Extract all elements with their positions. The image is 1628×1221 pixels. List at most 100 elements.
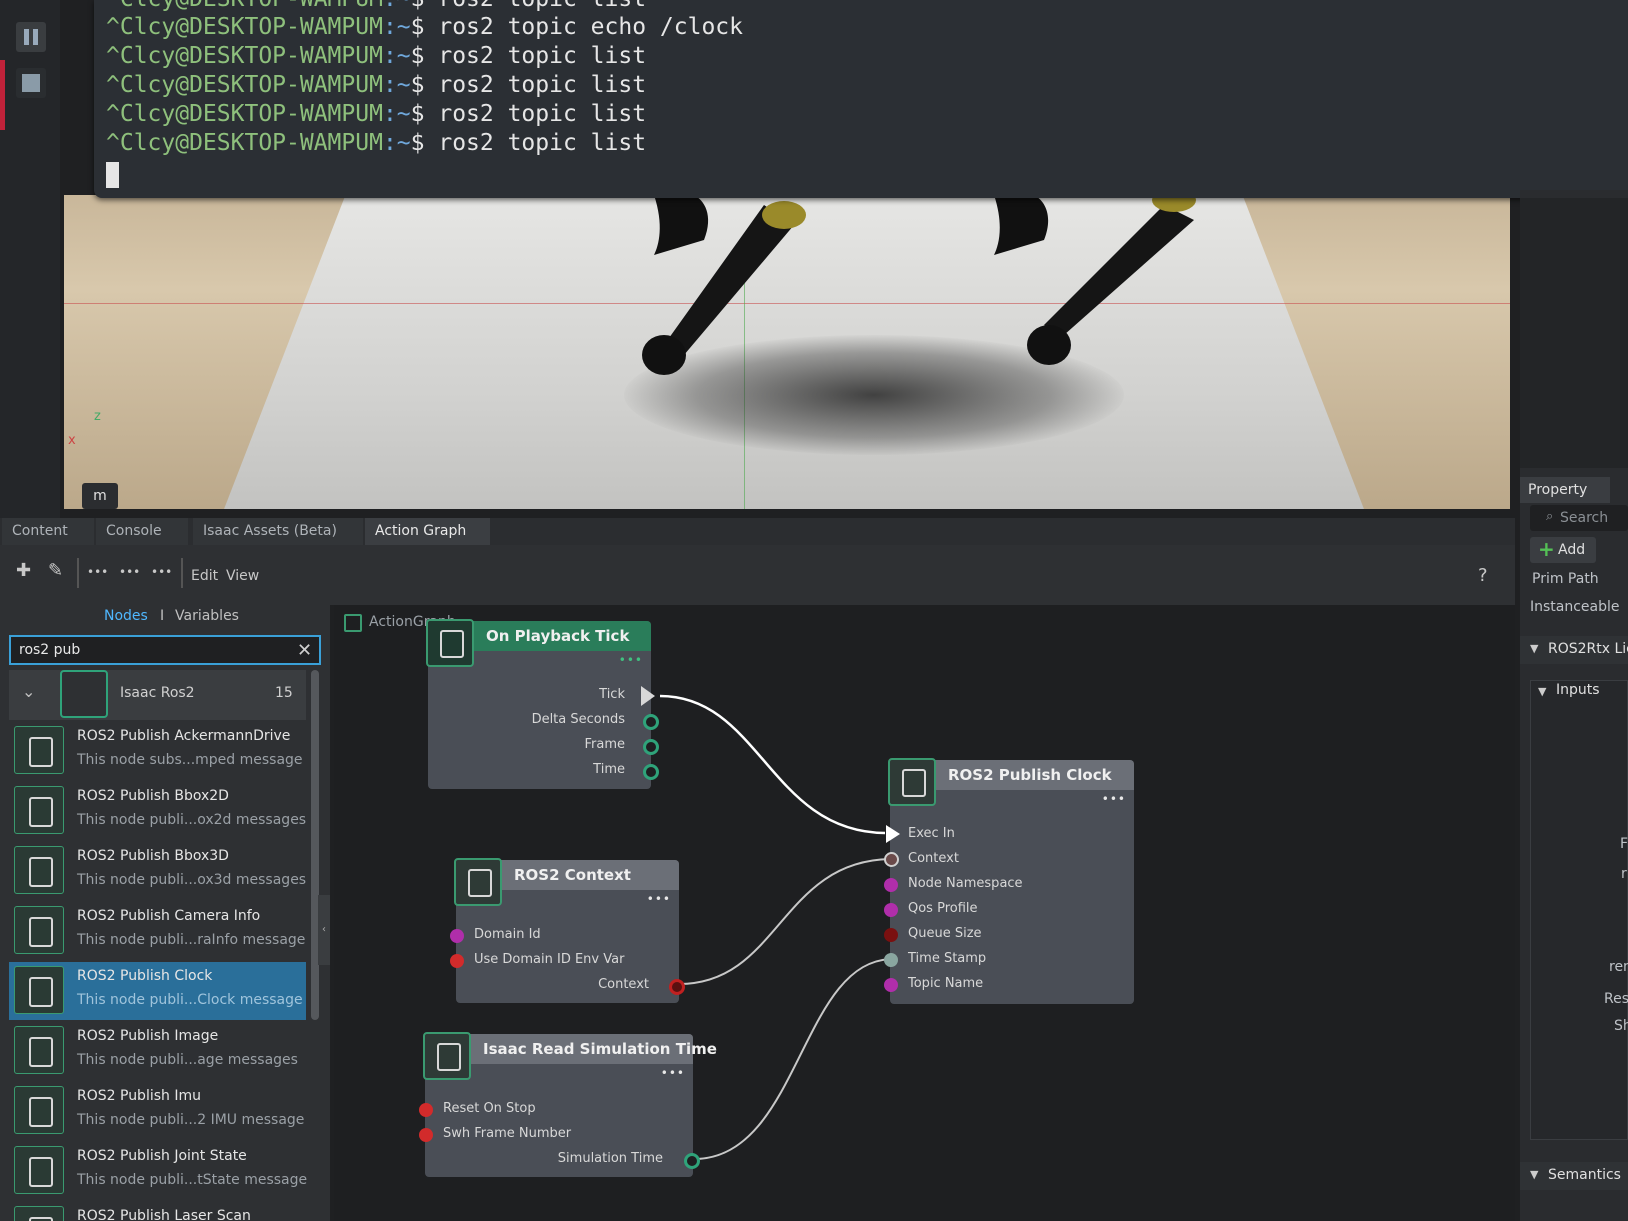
tab-action-graph[interactable]: Action Graph bbox=[365, 518, 490, 545]
search-icon: ⌕ bbox=[1546, 509, 1554, 524]
stop-icon[interactable] bbox=[16, 68, 46, 98]
output-pin[interactable] bbox=[684, 1153, 700, 1169]
category-label: Isaac Ros2 bbox=[120, 685, 195, 701]
list-item-desc: This node publi...ox3d messages bbox=[77, 872, 307, 888]
list-item[interactable]: ROS2 Publish Camera Info This node publi… bbox=[9, 902, 306, 960]
input-pin[interactable] bbox=[450, 954, 464, 968]
help-icon[interactable]: ? bbox=[1478, 565, 1488, 586]
section-header[interactable]: ▼ Semantics bbox=[1520, 1162, 1628, 1190]
add-node-icon[interactable]: ✚ bbox=[16, 560, 31, 581]
node-title: ROS2 Publish Clock bbox=[948, 766, 1112, 784]
port-label: Swh Frame Number bbox=[443, 1126, 572, 1141]
input-pin[interactable] bbox=[884, 878, 898, 892]
node-menu-icon[interactable]: ••• bbox=[661, 1066, 685, 1080]
node-search-input[interactable]: ros2 pub bbox=[9, 635, 321, 665]
list-item-title: ROS2 Publish Joint State bbox=[77, 1148, 247, 1164]
input-pin[interactable] bbox=[450, 929, 464, 943]
output-pin[interactable] bbox=[643, 764, 659, 780]
collapse-panel-handle[interactable]: ‹ bbox=[318, 895, 330, 965]
pause-icon[interactable] bbox=[16, 22, 46, 52]
axis-z-label: z bbox=[94, 409, 101, 424]
ros2-node-icon bbox=[14, 906, 64, 954]
list-item-desc: This node publi...ox2d messages bbox=[77, 812, 307, 828]
list-item[interactable]: ROS2 Publish Bbox2D This node publi...ox… bbox=[9, 782, 306, 840]
list-item-desc: This node publi...2 IMU message bbox=[77, 1112, 305, 1128]
input-pin[interactable] bbox=[884, 953, 898, 967]
node-isaac-read-simulation-time[interactable]: Isaac Read Simulation Time ••• Reset On … bbox=[419, 1032, 717, 1177]
list-item-title: ROS2 Publish Bbox2D bbox=[77, 788, 229, 804]
node-ros2-context[interactable]: ROS2 Context ••• Domain Id Use Domain ID… bbox=[450, 858, 685, 1003]
list-item-desc: This node publi...tState message bbox=[77, 1172, 308, 1188]
list-item[interactable]: ROS2 Publish Bbox3D This node publi...ox… bbox=[9, 842, 306, 900]
output-pin[interactable] bbox=[669, 979, 685, 995]
terminal-window[interactable]: ^Clcy@DESKTOP-WAMPUM:~$ ros2 topic list … bbox=[94, 0, 1628, 198]
chevron-down-icon[interactable]: ⌄ bbox=[22, 682, 35, 701]
list-item-desc: This node subs...mped message bbox=[77, 752, 303, 768]
list-item[interactable]: ROS2 Publish Joint State This node publi… bbox=[9, 1142, 308, 1200]
list-item[interactable]: ROS2 Publish Imu This node publi...2 IMU… bbox=[9, 1082, 306, 1140]
tab-variables[interactable]: Variables bbox=[175, 608, 239, 624]
list-item-title: ROS2 Publish Clock bbox=[77, 968, 213, 984]
section-header[interactable]: ▼ ROS2Rtx Lic bbox=[1520, 636, 1628, 664]
layout-icon[interactable]: ••• bbox=[151, 565, 172, 579]
node-ros2-publish-clock[interactable]: ROS2 Publish Clock ••• Exec In Context N… bbox=[884, 758, 1134, 1004]
exec-out-pin[interactable] bbox=[641, 686, 655, 706]
input-pin[interactable] bbox=[419, 1128, 433, 1142]
input-pin[interactable] bbox=[884, 903, 898, 917]
list-item[interactable]: ROS2 Publish AckermannDrive This node su… bbox=[9, 722, 306, 780]
port-label: Tick bbox=[599, 687, 625, 702]
library-scrollbar[interactable] bbox=[311, 670, 319, 1020]
node-menu-icon[interactable]: ••• bbox=[647, 892, 671, 906]
exec-in-pin[interactable] bbox=[886, 825, 900, 843]
layout-icon[interactable]: ••• bbox=[87, 565, 108, 579]
ros2-node-icon bbox=[14, 1026, 64, 1074]
terminal-cursor bbox=[106, 162, 119, 188]
ros2-node-icon bbox=[423, 1032, 471, 1080]
record-indicator bbox=[0, 60, 5, 130]
output-pin[interactable] bbox=[643, 739, 659, 755]
list-item-title: ROS2 Publish Imu bbox=[77, 1088, 201, 1104]
input-pin[interactable] bbox=[884, 978, 898, 992]
edit-pencil-icon[interactable]: ✎ bbox=[48, 560, 63, 581]
layout-icon[interactable]: ••• bbox=[119, 565, 140, 579]
list-item-selected[interactable]: ROS2 Publish Clock This node publi...Clo… bbox=[9, 962, 306, 1020]
input-pin[interactable] bbox=[419, 1103, 433, 1117]
list-item[interactable]: ROS2 Publish Image This node publi...age… bbox=[9, 1022, 306, 1080]
semantics-label: Semantics bbox=[1548, 1167, 1621, 1183]
edit-menu[interactable]: Edit bbox=[191, 568, 218, 584]
input-pin[interactable] bbox=[884, 852, 899, 867]
playback-tick-icon bbox=[426, 619, 474, 667]
tab-content[interactable]: Content bbox=[2, 518, 94, 545]
viewport[interactable]: x z bbox=[64, 195, 1510, 509]
port-label: Exec In bbox=[908, 826, 955, 841]
node-menu-icon[interactable]: ••• bbox=[1102, 792, 1126, 806]
tab-nodes[interactable]: Nodes bbox=[104, 608, 148, 624]
axis-x-label: x bbox=[68, 433, 76, 448]
node-menu-icon[interactable]: ••• bbox=[619, 653, 643, 667]
truncated-label: Sh bbox=[1614, 1018, 1628, 1034]
instanceable-label: Instanceable bbox=[1530, 599, 1620, 615]
tab-separator: I bbox=[160, 608, 165, 624]
ros2-node-icon bbox=[14, 1146, 64, 1194]
view-menu[interactable]: View bbox=[226, 568, 259, 584]
ros2-node-icon bbox=[14, 966, 64, 1014]
ros2-node-icon bbox=[14, 786, 64, 834]
output-pin[interactable] bbox=[643, 714, 659, 730]
port-label: Time Stamp bbox=[908, 951, 987, 966]
port-label: Node Namespace bbox=[908, 876, 1023, 891]
tab-property[interactable]: Property bbox=[1520, 477, 1610, 503]
node-on-playback-tick[interactable]: On Playback Tick ••• Tick Delta Seconds … bbox=[426, 619, 659, 789]
list-item-title: ROS2 Publish Camera Info bbox=[77, 908, 261, 924]
section-title: ROS2Rtx Lic bbox=[1548, 641, 1628, 657]
port-label: Use Domain ID Env Var bbox=[474, 952, 625, 967]
node-title: Isaac Read Simulation Time bbox=[483, 1040, 717, 1058]
tab-console[interactable]: Console bbox=[96, 518, 188, 545]
list-item[interactable]: ROS2 Publish Laser Scan bbox=[9, 1202, 306, 1221]
terminal-line: ^Clcy@DESKTOP-WAMPUM:~$ ros2 topic echo … bbox=[106, 14, 743, 40]
input-pin[interactable] bbox=[884, 928, 898, 942]
list-item-desc: This node publi...age messages bbox=[77, 1052, 298, 1068]
property-search-input[interactable]: Search bbox=[1530, 505, 1628, 531]
list-item-desc: This node publi...raInfo message bbox=[77, 932, 306, 948]
close-icon[interactable]: ✕ bbox=[297, 640, 312, 661]
tab-isaac-assets[interactable]: Isaac Assets (Beta) bbox=[193, 518, 363, 545]
